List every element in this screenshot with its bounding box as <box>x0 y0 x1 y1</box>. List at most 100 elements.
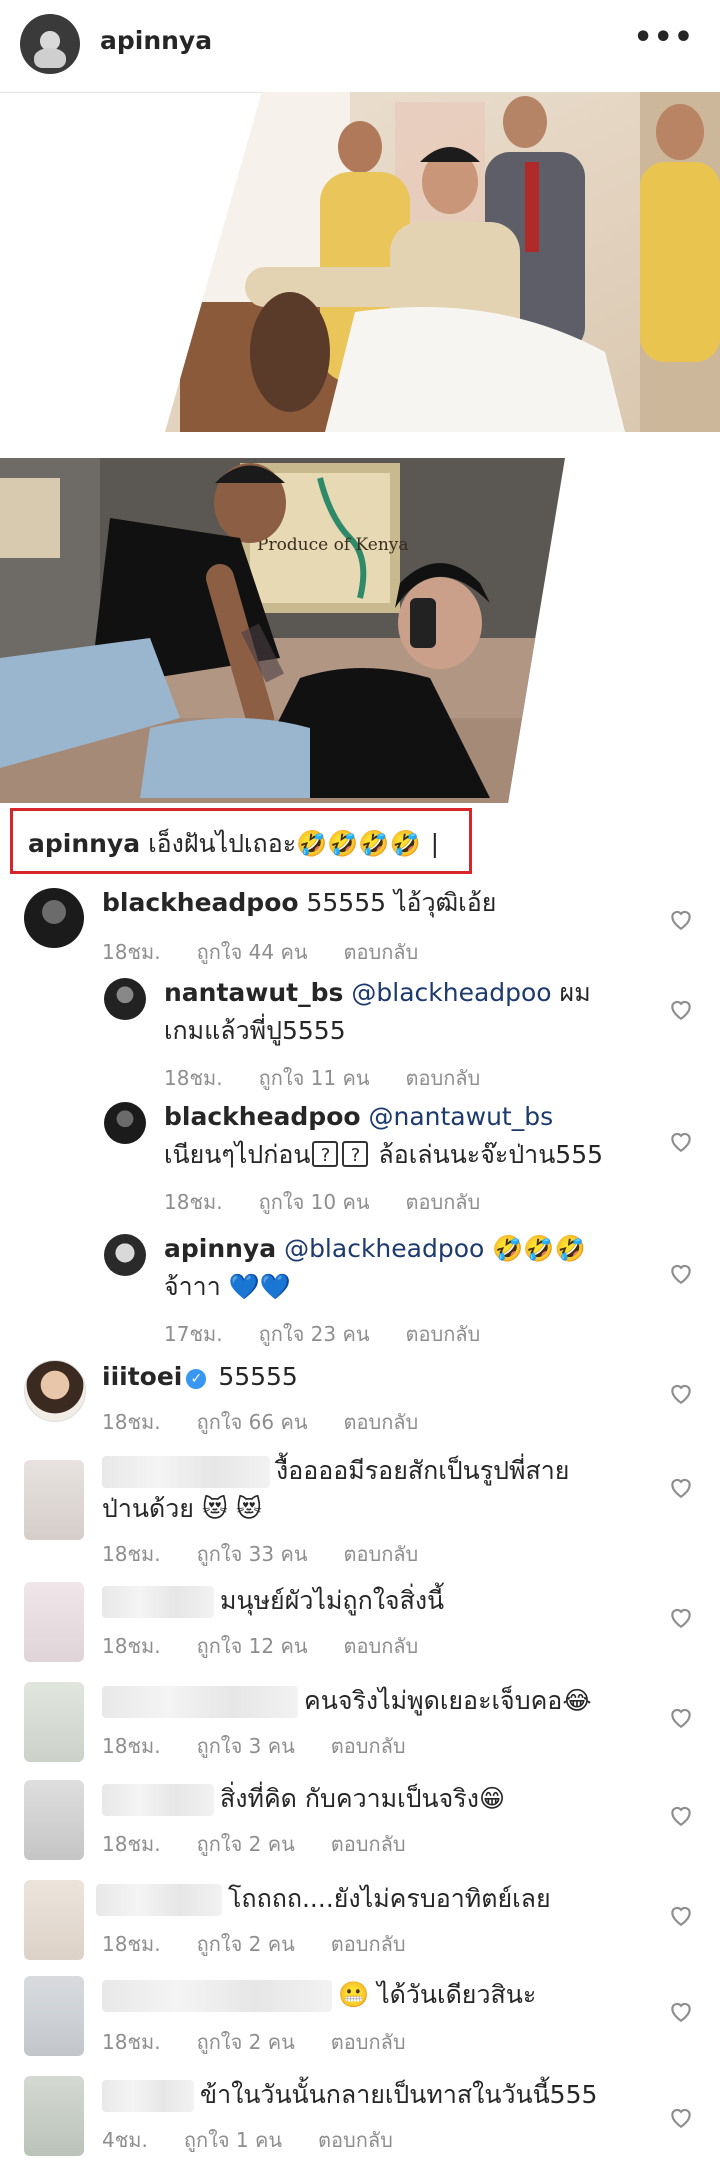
comment-time: 18ชม. <box>164 1066 223 1090</box>
avatar[interactable] <box>24 1360 86 1422</box>
comment-text: มนุษย์ผัวไม่ถูกใจสิ่งนี้ <box>220 1586 445 1615</box>
comment-text: จ้าาา <box>164 1272 221 1301</box>
comment-text: เนียนๆไปก่อน <box>164 1140 311 1169</box>
comment-time: 18ชม. <box>102 1832 161 1856</box>
avatar[interactable] <box>24 888 84 948</box>
comment-likes[interactable]: ถูกใจ 11 คน <box>259 1066 370 1090</box>
comment-username[interactable]: blackheadpoo <box>164 1102 361 1131</box>
reply-button[interactable]: ตอบกลับ <box>318 2128 393 2152</box>
comment-likes[interactable]: ถูกใจ 66 คน <box>197 1410 308 1434</box>
avatar[interactable] <box>104 978 146 1020</box>
comment-likes[interactable]: ถูกใจ 2 คน <box>197 1932 295 1956</box>
heart-icon[interactable] <box>668 1902 694 1928</box>
comment-username[interactable]: nantawut_bs <box>164 978 343 1007</box>
comment-mention[interactable]: @blackheadpoo <box>284 1234 484 1263</box>
blurred-username <box>102 1686 298 1718</box>
heart-icon[interactable] <box>668 1704 694 1730</box>
comment-time: 18ชม. <box>164 1190 223 1214</box>
comment-time: 18ชม. <box>102 940 161 964</box>
post-caption: apinnya เอ็งฝันไปเถอะ🤣🤣🤣🤣 | <box>28 824 439 864</box>
reply-button[interactable]: ตอบกลับ <box>406 1066 481 1090</box>
avatar[interactable] <box>104 1234 146 1276</box>
heart-icon[interactable] <box>668 1380 694 1406</box>
reply-button[interactable]: ตอบกลับ <box>344 1542 419 1566</box>
text-cursor: | <box>430 829 440 858</box>
heart-icon[interactable] <box>668 1998 694 2024</box>
blurred-username <box>96 1884 222 1916</box>
reply-button[interactable]: ตอบกลับ <box>344 1410 419 1434</box>
heart-icon[interactable] <box>668 1128 694 1154</box>
avatar[interactable] <box>24 1460 84 1540</box>
comment-emojis: 😂 <box>562 1686 592 1715</box>
avatar[interactable] <box>104 1102 146 1144</box>
heart-icon[interactable] <box>668 1260 694 1286</box>
comment-likes[interactable]: ถูกใจ 10 คน <box>259 1190 370 1214</box>
comment-text: ผม <box>551 978 591 1007</box>
comment-time: 4ชม. <box>102 2128 148 2152</box>
blurred-username <box>102 2080 194 2112</box>
comment-time: 18ชม. <box>102 1410 161 1434</box>
comment-mention[interactable]: @nantawut_bs <box>369 1102 554 1131</box>
comment-likes[interactable]: ถูกใจ 2 คน <box>197 1832 295 1856</box>
comment-likes[interactable]: ถูกใจ 3 คน <box>197 1734 295 1758</box>
caption-text: เอ็งฝันไปเถอะ <box>148 829 297 858</box>
post-username[interactable]: apinnya <box>100 26 212 55</box>
comment-emojis: 😁 <box>478 1784 505 1813</box>
comment-mention[interactable]: @blackheadpoo <box>351 978 551 1007</box>
avatar[interactable] <box>24 2076 84 2156</box>
reply-button[interactable]: ตอบกลับ <box>344 940 419 964</box>
reply-button[interactable]: ตอบกลับ <box>406 1190 481 1214</box>
heart-icon[interactable] <box>668 1474 694 1500</box>
avatar[interactable] <box>24 1780 84 1860</box>
missing-glyph-box: ? <box>342 1141 369 1167</box>
avatar[interactable] <box>24 1976 84 2056</box>
avatar[interactable] <box>20 14 80 74</box>
heart-icon[interactable] <box>668 996 694 1022</box>
comment-likes[interactable]: ถูกใจ 2 คน <box>197 2030 295 2054</box>
reply-button[interactable]: ตอบกลับ <box>344 1634 419 1658</box>
comment-text-line2: ป่านด้วย <box>102 1494 194 1523</box>
comment-likes[interactable]: ถูกใจ 12 คน <box>197 1634 308 1658</box>
reply-button[interactable]: ตอบกลับ <box>331 1734 406 1758</box>
comment-time: 18ชม. <box>102 1542 161 1566</box>
comment-text: งื้ออออมีรอยสักเป็นรูปพี่สาย <box>276 1456 570 1485</box>
comment-text: โถถถถ....ยังไม่ครบอาทิตย์เลย <box>228 1884 551 1913</box>
comment-username[interactable]: apinnya <box>164 1234 276 1263</box>
comment-time: 18ชม. <box>102 1634 161 1658</box>
reply-button[interactable]: ตอบกลับ <box>331 2030 406 2054</box>
avatar[interactable] <box>24 1582 84 1662</box>
more-options-icon[interactable]: ••• <box>633 20 694 55</box>
photo-sign-text: Produce of Kenya <box>257 535 409 555</box>
reply-button[interactable]: ตอบกลับ <box>406 1322 481 1346</box>
heart-icon[interactable] <box>668 906 694 932</box>
comment-username[interactable]: iiitoei <box>102 1362 182 1391</box>
avatar[interactable] <box>24 1682 84 1762</box>
comment-text-line2: เกมแล้วพี่ปู5555 <box>164 1016 346 1045</box>
blurred-username <box>102 1586 214 1618</box>
comment-likes[interactable]: ถูกใจ 33 คน <box>197 1542 308 1566</box>
heart-icon[interactable] <box>668 1802 694 1828</box>
comment-text-line2: ล้อเล่นนะจ๊ะป่าน555 <box>370 1140 604 1169</box>
comment-emojis: 🤣🤣🤣 <box>492 1234 586 1263</box>
comment-text: ข้าในวันนั้นกลายเป็นทาสในวันนี้555 <box>200 2080 598 2109</box>
comment-emojis: 😻 😻 <box>201 1494 262 1523</box>
comment-likes[interactable]: ถูกใจ 44 คน <box>197 940 308 964</box>
avatar[interactable] <box>24 1880 84 1960</box>
blurred-username <box>102 1784 214 1816</box>
caption-username[interactable]: apinnya <box>28 829 140 858</box>
comment-text: คนจริงไม่พูดเยอะเจ็บคอ <box>304 1686 563 1715</box>
verified-badge-icon: ✓ <box>186 1369 207 1389</box>
reply-button[interactable]: ตอบกลับ <box>331 1932 406 1956</box>
comment-text: ได้วันเดียวสินะ <box>369 1980 537 2009</box>
comment-time: 17ชม. <box>164 1322 223 1346</box>
post-photo-couple: Produce of Kenya <box>0 458 565 803</box>
heart-icon[interactable] <box>668 2104 694 2130</box>
heart-icon[interactable] <box>668 1604 694 1630</box>
reply-button[interactable]: ตอบกลับ <box>331 1832 406 1856</box>
comment-username[interactable]: blackheadpoo <box>102 888 299 917</box>
blurred-username <box>102 1456 270 1488</box>
comment-likes[interactable]: ถูกใจ 23 คน <box>259 1322 370 1346</box>
comment-text: 55555 ไอ้วุฒิเอ้ย <box>306 888 497 917</box>
comment-time: 18ชม. <box>102 1734 161 1758</box>
comment-likes[interactable]: ถูกใจ 1 คน <box>184 2128 282 2152</box>
